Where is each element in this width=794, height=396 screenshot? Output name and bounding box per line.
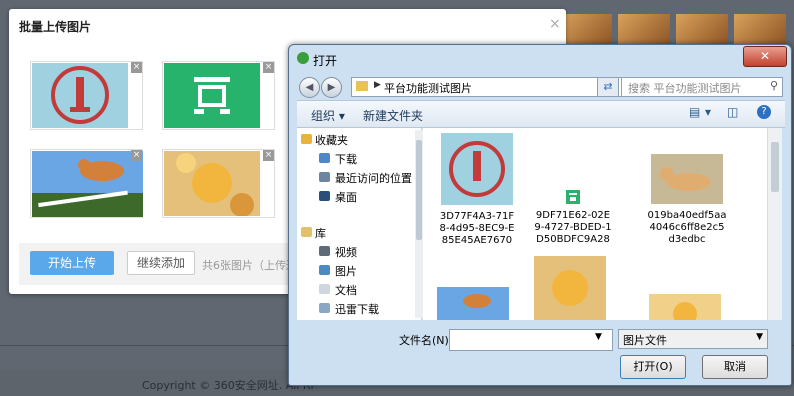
back-arrow-icon[interactable]: ◀ (299, 77, 320, 98)
view-icon[interactable]: ▤ (689, 105, 700, 119)
dialog-toolbar: 组织 ▾ 新建文件夹 ▤ ▾ ◫ ? (297, 100, 785, 128)
yellow-toy-image (164, 151, 260, 216)
breadcrumb-arrow-icon[interactable]: ▶ (374, 80, 381, 90)
address-path: 平台功能测试图片 (384, 82, 472, 95)
close-icon[interactable]: × (549, 16, 561, 32)
toy-thumbnail-icon[interactable] (534, 256, 606, 320)
filetype-select[interactable]: 图片文件 ▼ (618, 329, 768, 349)
filetype-value: 图片文件 (623, 334, 667, 347)
modal-title: 批量上传图片 (19, 20, 92, 34)
file-item[interactable]: 3D77F4A3-71F8-4d95-8EC9-E85E45AE7670 (437, 133, 517, 247)
star-icon (301, 134, 312, 144)
file-item[interactable]: 019ba40edf5aa4046c6ff8e2c5d3edbc (647, 154, 727, 246)
nav-scrollbar[interactable] (415, 130, 423, 318)
recent-places-icon (319, 172, 330, 182)
close-icon[interactable]: ✕ (743, 46, 787, 67)
filename-input[interactable] (449, 329, 613, 351)
nav-downloads[interactable]: 下载 (335, 151, 357, 167)
file-item[interactable]: 9DF71E62-02E9-4727-BDED-1D50BDFC9A28 (533, 190, 613, 246)
nav-recent[interactable]: 最近访问的位置 (335, 170, 412, 186)
folder-icon (356, 81, 368, 91)
search-icon[interactable]: ⚲ (770, 79, 778, 92)
nav-desktop[interactable]: 桌面 (335, 189, 357, 205)
pictures-icon (319, 265, 330, 275)
file-list-scrollbar[interactable] (767, 128, 782, 320)
chevron-down-icon[interactable]: ▼ (595, 332, 602, 342)
desktop-icon (319, 191, 330, 201)
new-folder-button[interactable]: 新建文件夹 (363, 107, 423, 124)
library-icon (301, 227, 312, 237)
upload-thumb-green: × (162, 61, 275, 130)
download-icon (319, 153, 330, 163)
nav-libraries[interactable]: 库 (315, 225, 326, 241)
organize-menu[interactable]: 组织 ▾ (311, 107, 345, 124)
upload-thumb-toy: × (162, 149, 275, 218)
nav-favorites[interactable]: 收藏夹 (315, 132, 348, 148)
remove-icon[interactable]: × (263, 150, 274, 161)
upload-thumb-beacon: × (30, 61, 143, 130)
chevron-down-icon[interactable]: ▼ (756, 332, 763, 342)
upload-thumb-dog: × (30, 149, 143, 218)
browser-logo-icon (297, 52, 309, 64)
file-list: 3D77F4A3-71F8-4d95-8EC9-E85E45AE7670 9DF… (423, 128, 767, 320)
remove-icon[interactable]: × (131, 62, 142, 73)
search-placeholder: 搜索 平台功能测试图片 (628, 82, 742, 95)
refresh-icon[interactable]: ⇄ (597, 77, 619, 97)
upload-status-text: 共6张图片（上传过程中 (202, 259, 288, 272)
help-icon[interactable]: ? (757, 105, 771, 119)
continue-add-button[interactable]: 继续添加 (127, 251, 195, 275)
navigation-pane: 收藏夹 下载 最近访问的位置 桌面 库 视频 图片 文档 迅雷下载 (297, 128, 423, 320)
documents-icon (319, 284, 330, 294)
beacon-thumbnail-icon (441, 133, 513, 205)
remove-icon[interactable]: × (263, 62, 274, 73)
forward-arrow-icon[interactable]: ▶ (321, 77, 342, 98)
jumping-dog-thumbnail-icon[interactable] (437, 287, 509, 320)
remove-icon[interactable]: × (131, 150, 142, 161)
video-icon (319, 246, 330, 256)
file-open-dialog: 打开 ✕ ◀ ▶ ▶ 平台功能测试图片 ▼ ⇄ 搜索 平台功能测试图片 ⚲ 组织… (288, 44, 792, 386)
green-app-thumbnail-icon (566, 190, 580, 204)
nav-documents[interactable]: 文档 (335, 282, 357, 298)
thunder-folder-icon (319, 303, 330, 313)
beacon-logo-image (32, 63, 128, 128)
nav-videos[interactable]: 视频 (335, 244, 357, 260)
file-name: 3D77F4A3-71F8-4d95-8EC9-E85E45AE7670 (439, 211, 515, 246)
corgi-thumbnail-icon (651, 154, 723, 204)
filename-label: 文件名(N): (399, 334, 453, 347)
nav-thunder[interactable]: 迅雷下载 (335, 301, 379, 317)
nav-pictures[interactable]: 图片 (335, 263, 357, 279)
search-input[interactable]: 搜索 平台功能测试图片 ⚲ (621, 77, 783, 97)
open-button[interactable]: 打开(O) (620, 355, 686, 379)
cancel-button[interactable]: 取消 (702, 355, 768, 379)
start-upload-button[interactable]: 开始上传 (30, 251, 114, 275)
file-name: 019ba40edf5aa4046c6ff8e2c5d3edbc (647, 210, 727, 245)
chevron-down-icon[interactable]: ▾ (705, 105, 711, 119)
green-app-icon (164, 63, 260, 128)
jumping-dog-image (32, 151, 143, 217)
dialog-title: 打开 (313, 54, 338, 68)
file-name: 9DF71E62-02E9-4727-BDED-1D50BDFC9A28 (534, 210, 612, 245)
preview-pane-icon[interactable]: ◫ (727, 105, 738, 119)
toy2-thumbnail-icon[interactable] (649, 294, 721, 320)
